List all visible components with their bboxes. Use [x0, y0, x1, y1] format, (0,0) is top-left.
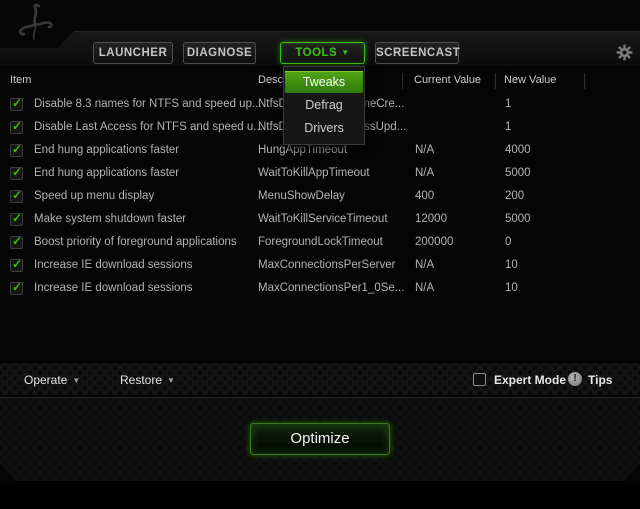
- title-bar: [0, 0, 640, 31]
- app-window: FEEDBACK ON BETA john.doe@razerzone.com▼…: [0, 0, 640, 509]
- table-row[interactable]: ✓ End hung applications faster WaitToKil…: [0, 163, 640, 186]
- row-current-value: N/A: [415, 144, 435, 156]
- row-description: WaitToKillAppTimeout: [258, 167, 370, 179]
- check-icon: ✓: [12, 211, 23, 225]
- menu-item-drivers[interactable]: Drivers: [285, 117, 363, 139]
- row-new-value: 1: [505, 98, 512, 110]
- row-description: ForegroundLockTimeout: [258, 236, 383, 248]
- row-description: MaxConnectionsPer1_0Se...: [258, 282, 405, 294]
- chevron-down-icon: ▼: [72, 376, 81, 385]
- row-checkbox[interactable]: ✓: [10, 142, 23, 157]
- check-icon: ✓: [12, 119, 23, 133]
- row-item-label: End hung applications faster: [34, 144, 180, 156]
- tools-dropdown-menu: Tweaks Defrag Drivers: [283, 66, 365, 145]
- settings-gear-icon[interactable]: [616, 44, 633, 61]
- check-icon: ✓: [12, 234, 23, 248]
- row-checkbox[interactable]: ✓: [10, 211, 23, 226]
- chevron-down-icon: ▼: [341, 48, 350, 57]
- row-current-value: N/A: [415, 259, 435, 271]
- row-item-label: Boost priority of foreground application…: [34, 236, 237, 248]
- table-row[interactable]: ✓ Make system shutdown faster WaitToKill…: [0, 209, 640, 232]
- operate-menu[interactable]: Operate ▼: [24, 373, 80, 387]
- check-icon: ✓: [12, 96, 23, 110]
- column-header-item[interactable]: Item: [10, 74, 31, 86]
- row-item-label: End hung applications faster: [34, 167, 180, 179]
- column-divider: [584, 73, 585, 89]
- row-description: HungAppTimeout: [258, 144, 348, 156]
- row-checkbox[interactable]: ✓: [10, 280, 23, 295]
- expert-mode-checkbox[interactable]: [473, 373, 486, 386]
- window-bottom-edge: [0, 481, 640, 509]
- row-item-label: Increase IE download sessions: [34, 282, 193, 294]
- row-new-value: 200: [505, 190, 525, 202]
- row-new-value: 10: [505, 282, 518, 294]
- table-row[interactable]: ✓ Increase IE download sessions MaxConne…: [0, 255, 640, 278]
- row-item-label: Disable 8.3 names for NTFS and speed up.…: [34, 98, 262, 110]
- row-current-value: 400: [415, 190, 435, 202]
- row-checkbox[interactable]: ✓: [10, 119, 23, 134]
- row-checkbox[interactable]: ✓: [10, 188, 23, 203]
- expert-mode-label: Expert Mode: [494, 373, 567, 387]
- row-current-value: N/A: [415, 282, 435, 294]
- row-new-value: 5000: [505, 167, 531, 179]
- row-checkbox[interactable]: ✓: [10, 165, 23, 180]
- tab-launcher[interactable]: LAUNCHER: [93, 42, 173, 64]
- tab-tools[interactable]: TOOLS ▼: [280, 42, 365, 64]
- row-description: MenuShowDelay: [258, 190, 345, 202]
- chevron-down-icon: ▼: [167, 376, 175, 385]
- row-new-value: 4000: [505, 144, 531, 156]
- row-new-value: 0: [505, 236, 512, 248]
- optimize-button[interactable]: Optimize: [250, 423, 390, 455]
- row-description: WaitToKillServiceTimeout: [258, 213, 388, 225]
- column-header-new-value[interactable]: New Value: [504, 74, 556, 86]
- row-checkbox[interactable]: ✓: [10, 234, 23, 249]
- row-current-value: 12000: [415, 213, 447, 225]
- check-icon: ✓: [12, 142, 23, 156]
- row-item-label: Speed up menu display: [34, 190, 155, 202]
- menu-item-tweaks[interactable]: Tweaks: [285, 71, 363, 93]
- table-row[interactable]: ✓ Speed up menu display MenuShowDelay 40…: [0, 186, 640, 209]
- column-divider: [402, 73, 403, 89]
- row-current-value: N/A: [415, 167, 435, 179]
- row-new-value: 5000: [505, 213, 531, 225]
- row-new-value: 1: [505, 121, 512, 133]
- column-divider: [495, 73, 496, 89]
- restore-label: Restore: [120, 373, 163, 387]
- check-icon: ✓: [12, 257, 23, 271]
- row-item-label: Disable Last Access for NTFS and speed u…: [34, 121, 263, 133]
- row-item-label: Make system shutdown faster: [34, 213, 187, 225]
- row-item-label: Increase IE download sessions: [34, 259, 193, 271]
- tab-screencast[interactable]: SCREENCAST: [375, 42, 460, 64]
- tab-tools-label: TOOLS: [295, 47, 338, 59]
- tips-label[interactable]: Tips: [588, 373, 612, 387]
- row-description: MaxConnectionsPerServer: [258, 259, 396, 271]
- column-header-current-value[interactable]: Current Value: [414, 74, 481, 86]
- tab-diagnose[interactable]: DIAGNOSE: [183, 42, 256, 64]
- row-checkbox[interactable]: ✓: [10, 257, 23, 272]
- check-icon: ✓: [12, 188, 23, 202]
- operate-label: Operate: [24, 373, 68, 387]
- row-new-value: 10: [505, 259, 518, 271]
- check-icon: ✓: [12, 280, 23, 294]
- razer-logo-icon: [18, 3, 53, 40]
- check-icon: ✓: [12, 165, 23, 179]
- footer-panel: Optimize: [0, 397, 640, 481]
- status-bar: Operate ▼ Restore ▼ Expert Mode ! Tips: [0, 362, 640, 396]
- table-row[interactable]: ✓ Boost priority of foreground applicati…: [0, 232, 640, 255]
- restore-menu[interactable]: Restore ▼: [120, 373, 175, 387]
- row-checkbox[interactable]: ✓: [10, 96, 23, 111]
- row-current-value: 200000: [415, 236, 454, 248]
- tips-exclamation-icon[interactable]: !: [568, 372, 582, 386]
- menu-item-defrag[interactable]: Defrag: [285, 94, 363, 116]
- table-row[interactable]: ✓ Increase IE download sessions MaxConne…: [0, 278, 640, 301]
